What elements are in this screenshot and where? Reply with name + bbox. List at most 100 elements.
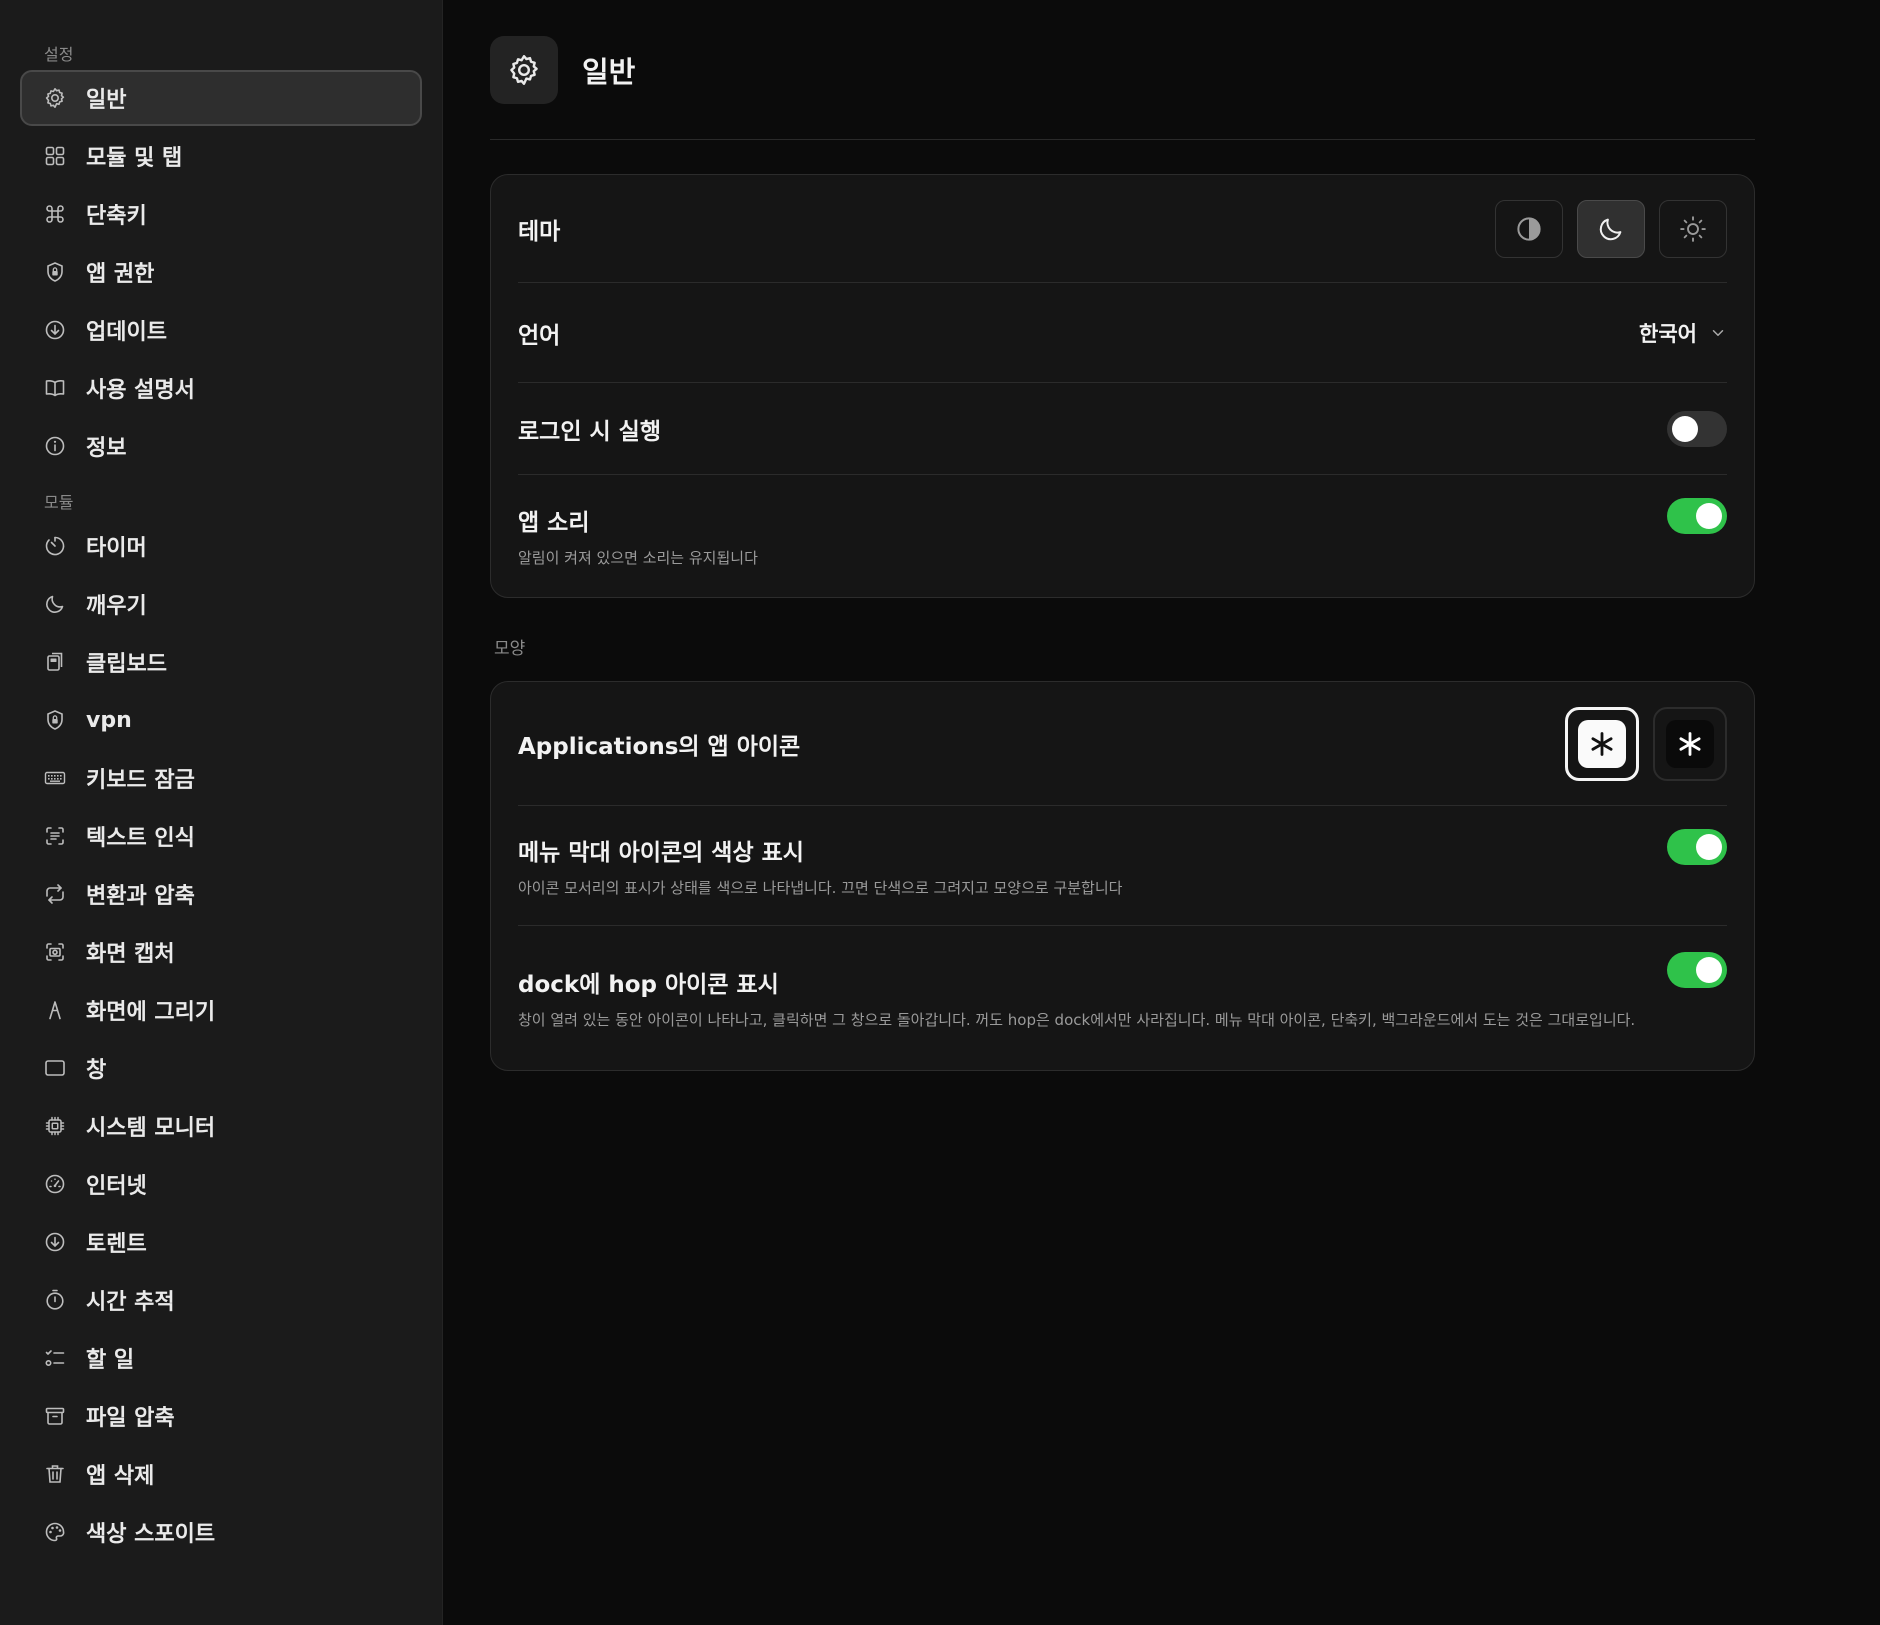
sidebar-item-keyboard-lock[interactable]: 키보드 잠금 bbox=[20, 750, 422, 806]
trash-icon bbox=[42, 1461, 68, 1487]
sidebar-item-general[interactable]: 일반 bbox=[20, 70, 422, 126]
gear-icon bbox=[42, 85, 68, 111]
sidebar-section-settings: 설정 bbox=[44, 45, 74, 64]
sidebar-item-label: 일반 bbox=[86, 88, 127, 113]
sidebar-item-label: 색상 스포이트 bbox=[86, 1522, 216, 1547]
moon-icon bbox=[1596, 214, 1626, 244]
app-icon-selector bbox=[1565, 706, 1727, 781]
sidebar-item-color-picker[interactable]: 색상 스포이트 bbox=[20, 1504, 422, 1560]
sidebar-item-shortcuts[interactable]: 단축키 bbox=[20, 186, 422, 242]
launch-at-login-label: 로그인 시 실행 bbox=[518, 418, 661, 445]
sidebar-item-app-uninstall[interactable]: 앱 삭제 bbox=[20, 1446, 422, 1502]
theme-system-button[interactable] bbox=[1495, 199, 1563, 258]
sidebar-item-wake[interactable]: 깨우기 bbox=[20, 576, 422, 632]
sidebar-item-label: 창 bbox=[86, 1058, 107, 1083]
sidebar-item-updates[interactable]: 업데이트 bbox=[20, 302, 422, 358]
theme-dark-button[interactable] bbox=[1577, 199, 1645, 258]
cpu-icon bbox=[42, 1113, 68, 1139]
sidebar-item-label: 타이머 bbox=[86, 536, 147, 561]
theme-selector bbox=[1495, 199, 1727, 258]
sidebar-item-label: 파일 압축 bbox=[86, 1406, 175, 1431]
menu-color-description: 아이콘 모서리의 표시가 상태를 색으로 나타냅니다. 끄면 단색으로 그려지고… bbox=[518, 878, 1123, 897]
sidebar-item-torrent[interactable]: 토렌트 bbox=[20, 1214, 422, 1270]
sidebar-item-label: 업데이트 bbox=[86, 320, 167, 345]
sidebar-item-label: 인터넷 bbox=[86, 1174, 147, 1199]
asterisk-icon bbox=[1578, 719, 1626, 768]
sidebar-item-timer[interactable]: 타이머 bbox=[20, 518, 422, 574]
archive-icon bbox=[42, 1403, 68, 1429]
book-icon bbox=[42, 375, 68, 401]
menu-color-row: 메뉴 막대 아이콘의 색상 표시 아이콘 모서리의 표시가 상태를 색으로 나타… bbox=[518, 806, 1727, 926]
sidebar-item-label: 할 일 bbox=[86, 1348, 135, 1373]
menu-color-toggle[interactable] bbox=[1667, 828, 1727, 865]
toggle-knob bbox=[1696, 833, 1722, 860]
sidebar-item-system-monitor[interactable]: 시스템 모니터 bbox=[20, 1098, 422, 1154]
chevron-down-icon bbox=[1697, 324, 1727, 342]
launch-at-login-toggle[interactable] bbox=[1667, 410, 1727, 447]
sidebar-item-internet[interactable]: 인터넷 bbox=[20, 1156, 422, 1212]
grid-icon bbox=[42, 143, 68, 169]
palette-icon bbox=[42, 1519, 68, 1545]
window-icon bbox=[42, 1055, 68, 1081]
language-value: 한국어 bbox=[1639, 321, 1697, 346]
language-row: 언어 한국어 bbox=[518, 283, 1727, 383]
sidebar-item-text-recognition[interactable]: 텍스트 인식 bbox=[20, 808, 422, 864]
sidebar-item-screen-capture[interactable]: 화면 캡처 bbox=[20, 924, 422, 980]
timer-icon bbox=[42, 533, 68, 559]
sidebar-item-label: 변환과 압축 bbox=[86, 884, 195, 909]
sidebar-item-label: 앱 권한 bbox=[86, 262, 155, 287]
sidebar-item-app-permissions[interactable]: 앱 권한 bbox=[20, 244, 422, 300]
sidebar-item-time-tracking[interactable]: 시간 추적 bbox=[20, 1272, 422, 1328]
app-icon-row: Applications의 앱 아이콘 bbox=[518, 682, 1727, 806]
app-icon-light-option[interactable] bbox=[1565, 706, 1639, 781]
dock-icon-row: dock에 hop 아이콘 표시 창이 열려 있는 동안 아이콘이 나타나고, … bbox=[518, 926, 1727, 1070]
sidebar-item-clipboard[interactable]: 클립보드 bbox=[20, 634, 422, 690]
sidebar-item-window[interactable]: 창 bbox=[20, 1040, 422, 1096]
dock-icon-toggle[interactable] bbox=[1667, 952, 1727, 988]
sidebar-item-label: 토렌트 bbox=[86, 1232, 147, 1257]
sidebar-item-convert-compress[interactable]: 변환과 압축 bbox=[20, 866, 422, 922]
sidebar-section-modules: 모듈 bbox=[44, 493, 74, 512]
gear-icon bbox=[490, 35, 558, 104]
moon-icon bbox=[42, 591, 68, 617]
checklist-icon bbox=[42, 1345, 68, 1371]
stopwatch-icon bbox=[42, 1287, 68, 1313]
appearance-settings-card: Applications의 앱 아이콘 메뉴 막대 아이콘의 색상 표시 아이콘… bbox=[490, 681, 1755, 1071]
sidebar-item-vpn[interactable]: vpn bbox=[20, 692, 422, 748]
language-select[interactable]: 한국어 bbox=[1639, 318, 1727, 348]
gauge-icon bbox=[42, 1171, 68, 1197]
sidebar-item-label: 단축키 bbox=[86, 204, 147, 229]
download-circle-icon bbox=[42, 1229, 68, 1255]
app-icon-label: Applications의 앱 아이콘 bbox=[518, 733, 801, 760]
sidebar-item-manual[interactable]: 사용 설명서 bbox=[20, 360, 422, 416]
sidebar-item-label: vpn bbox=[86, 707, 132, 733]
page-header: 일반 bbox=[490, 0, 1755, 140]
toggle-knob bbox=[1696, 957, 1722, 983]
sidebar-item-modules-tabs[interactable]: 모듈 및 탭 bbox=[20, 128, 422, 184]
sun-icon bbox=[1678, 214, 1708, 244]
sidebar-item-draw-on-screen[interactable]: 화면에 그리기 bbox=[20, 982, 422, 1038]
menu-color-label: 메뉴 막대 아이콘의 색상 표시 bbox=[518, 839, 804, 866]
app-sound-text: 앱 소리 알림이 켜져 있으면 소리는 유지됩니다 bbox=[518, 503, 758, 569]
sidebar-item-label: 키보드 잠금 bbox=[86, 768, 195, 793]
sidebar-item-label: 앱 삭제 bbox=[86, 1464, 155, 1489]
pen-icon bbox=[42, 997, 68, 1023]
sidebar-item-label: 깨우기 bbox=[86, 594, 147, 619]
app-icon-dark-option[interactable] bbox=[1653, 706, 1727, 781]
dock-icon-text: dock에 hop 아이콘 표시 창이 열려 있는 동안 아이콘이 나타나고, … bbox=[518, 965, 1635, 1031]
theme-light-button[interactable] bbox=[1659, 199, 1727, 258]
sidebar-item-about[interactable]: 정보 bbox=[20, 418, 422, 474]
theme-row: 테마 bbox=[518, 175, 1727, 283]
text-scan-icon bbox=[42, 823, 68, 849]
app-sound-toggle[interactable] bbox=[1667, 498, 1727, 534]
sidebar-item-label: 사용 설명서 bbox=[86, 378, 195, 403]
camera-icon bbox=[42, 939, 68, 965]
asterisk-icon bbox=[1666, 719, 1714, 768]
language-label: 언어 bbox=[518, 322, 561, 349]
theme-label: 테마 bbox=[518, 218, 561, 245]
page-title: 일반 bbox=[582, 54, 636, 89]
sidebar-item-todo[interactable]: 할 일 bbox=[20, 1330, 422, 1386]
appearance-group-label: 모양 bbox=[494, 639, 526, 659]
sidebar-item-file-compress[interactable]: 파일 압축 bbox=[20, 1388, 422, 1444]
keyboard-icon bbox=[42, 765, 68, 791]
